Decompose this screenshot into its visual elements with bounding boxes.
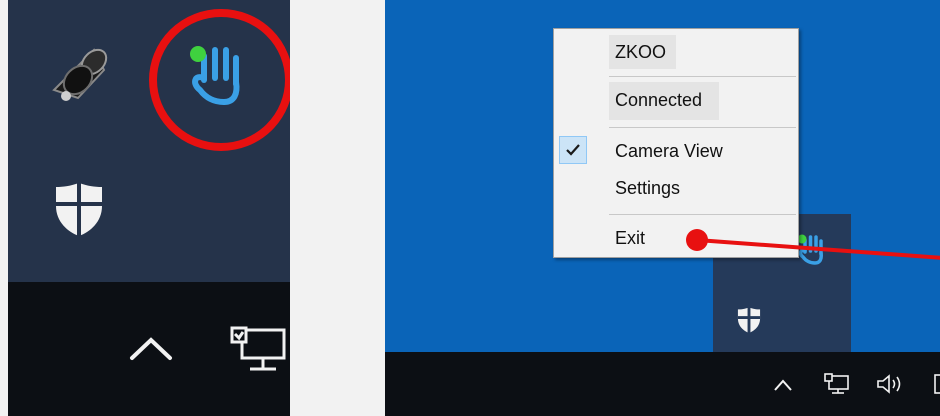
volume-icon[interactable] xyxy=(875,372,907,396)
tray-overflow-zoomed xyxy=(8,0,290,416)
menu-item-camera-view[interactable]: Camera View xyxy=(615,140,723,162)
chevron-up-icon[interactable] xyxy=(771,376,795,394)
menu-separator xyxy=(609,76,796,77)
menu-item-settings[interactable]: Settings xyxy=(615,177,680,199)
speaker-icon[interactable] xyxy=(48,40,116,108)
taskbar xyxy=(385,352,940,416)
chevron-up-icon[interactable] xyxy=(126,332,176,364)
shield-icon[interactable] xyxy=(736,306,762,334)
taskbar xyxy=(8,282,290,416)
notification-icon[interactable] xyxy=(934,374,940,394)
menu-separator xyxy=(609,214,796,215)
shield-icon[interactable] xyxy=(52,180,106,238)
menu-item-exit[interactable]: Exit xyxy=(615,227,645,249)
check-icon xyxy=(559,136,587,164)
network-icon[interactable] xyxy=(228,324,290,374)
network-icon[interactable] xyxy=(823,372,851,396)
highlight-circle xyxy=(146,6,290,154)
menu-separator xyxy=(609,127,796,128)
context-menu: ZKOO Connected Camera View Settings Exit xyxy=(553,28,799,258)
pointer-arrow xyxy=(675,226,940,276)
menu-item-connected-label: Connected xyxy=(615,90,703,110)
menu-item-zkoo-label: ZKOO xyxy=(615,42,667,62)
desktop-screenshot: ZKOO Connected Camera View Settings Exit xyxy=(385,0,940,416)
